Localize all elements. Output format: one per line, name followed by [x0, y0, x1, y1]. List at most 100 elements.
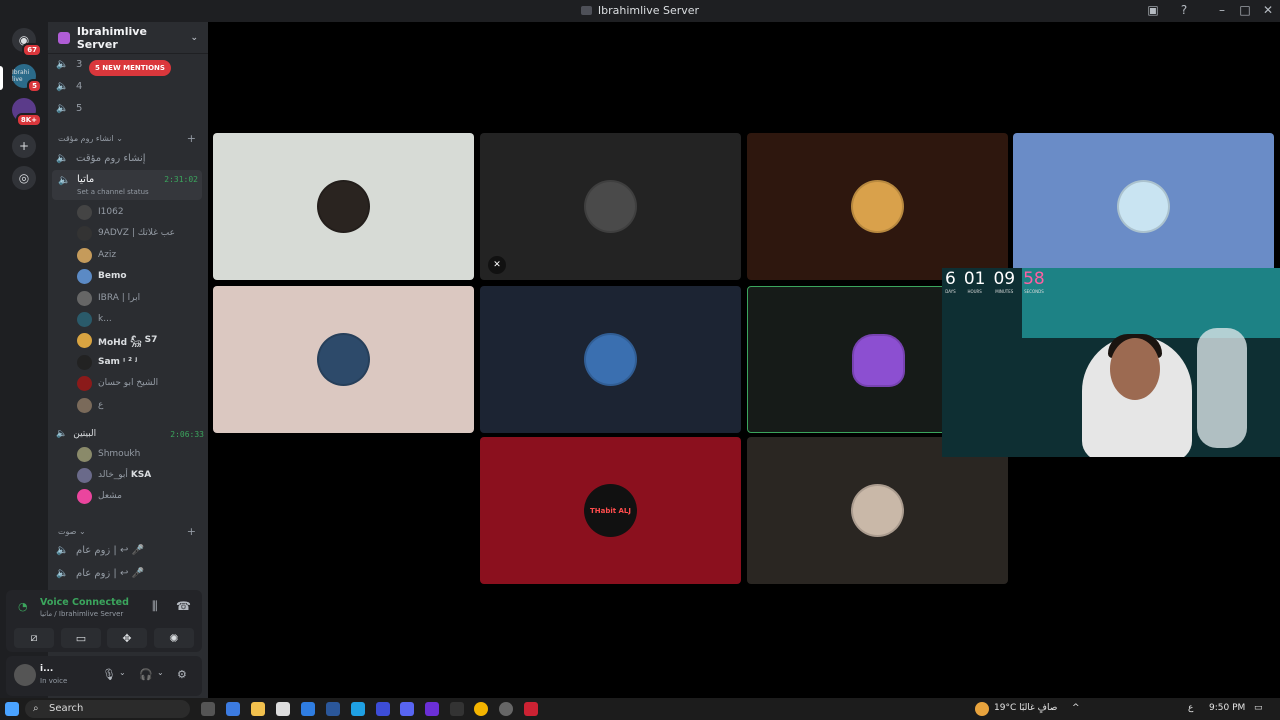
category-header[interactable]: انشاء روم مؤقت ⌄ [58, 134, 123, 143]
copilot-icon[interactable] [226, 702, 240, 716]
tray-chevron-icon[interactable]: ^ [1072, 703, 1080, 713]
voice-channel-4[interactable]: 🔈 4 [56, 76, 82, 96]
notepad-icon[interactable] [276, 702, 290, 716]
task-view-icon[interactable] [201, 702, 215, 716]
inbox-icon[interactable]: ▣ [1145, 3, 1161, 17]
voice-member[interactable]: MoHd 𓃵 S7 [77, 331, 157, 349]
file-explorer-icon[interactable] [251, 702, 265, 716]
speaker-icon: 🔈 [56, 152, 69, 164]
avatar [77, 375, 92, 391]
add-server-button[interactable]: + [12, 134, 36, 158]
chevron-down-icon[interactable]: ⌄ [157, 668, 164, 677]
activities-button[interactable]: ✥ [107, 628, 147, 648]
voice-channel-5[interactable]: 🔈 5 [56, 98, 82, 118]
weather-text[interactable]: 19°C صافٍ غالبًا [994, 703, 1057, 713]
participant-tile[interactable] [1013, 133, 1274, 280]
voice-member[interactable]: Aziz [77, 246, 116, 264]
disconnect-icon[interactable]: ☎ [176, 599, 191, 613]
server-folder[interactable]: 8K+ [12, 98, 42, 127]
voice-channel-create-temp[interactable]: 🔈 إنشاء روم مؤقت [56, 148, 146, 168]
close-button[interactable]: ✕ [1260, 3, 1276, 17]
server-header[interactable]: Ibrahimlive Server ⌄ [48, 22, 208, 54]
app-icon[interactable] [326, 702, 340, 716]
voice-member[interactable]: مشعل [77, 487, 122, 505]
compass-icon: ◎ [18, 171, 30, 185]
signal-icon: ◔ [18, 600, 28, 613]
app-icon[interactable] [450, 702, 464, 716]
app-icon[interactable] [425, 702, 439, 716]
gear-icon[interactable]: ⚙ [177, 668, 187, 681]
voice-member[interactable]: Bemo [77, 267, 127, 285]
voice-channel-second[interactable]: 🔈 البيتين 2:06:33 [56, 424, 204, 444]
notifications-icon[interactable]: ▭ [1254, 703, 1263, 713]
create-channel-icon[interactable]: + [187, 132, 196, 145]
minimize-button[interactable]: – [1214, 3, 1230, 17]
noise-suppression-icon[interactable]: ⫼ [152, 599, 158, 614]
participant-tile[interactable] [213, 133, 474, 280]
weather-icon[interactable] [975, 702, 989, 716]
chevron-down-icon[interactable]: ⌄ [119, 668, 126, 677]
speaker-icon: 🔈 [56, 102, 69, 114]
create-channel-icon[interactable]: + [187, 525, 196, 538]
voice-member[interactable]: I1062 [77, 203, 124, 221]
avatar [77, 446, 92, 462]
voice-channel[interactable]: 🔈 زوم عام | ↩ 🎤 [56, 563, 144, 583]
call-timer: 2:06:33 [170, 429, 204, 439]
set-channel-status[interactable]: Set a channel status [77, 188, 149, 196]
store-icon[interactable] [301, 702, 315, 716]
server-ibrahimlive[interactable]: Ibrahi live 5 [12, 64, 42, 93]
voice-member[interactable]: أبو_خالد KSA [77, 466, 151, 484]
active-voice-channel[interactable]: 🔈 ماتيا Set a channel status 2:31:02 [52, 170, 202, 200]
voice-member[interactable]: ع [77, 396, 103, 414]
participant-tile[interactable] [480, 286, 741, 433]
voice-connected-subtitle[interactable]: ماتيا / Ibrahimlive Server [40, 610, 123, 618]
voice-channel[interactable]: 🔈 زوم عام | ↩ 🎤 [56, 540, 144, 560]
microphone-icon[interactable]: 🎙 [102, 668, 116, 681]
chrome-icon[interactable] [474, 702, 488, 716]
username: i... [40, 664, 54, 674]
windows-start-icon[interactable] [5, 702, 19, 716]
soundboard-button[interactable]: ✺ [154, 628, 194, 648]
speaker-icon: 🔈 [56, 567, 69, 579]
participant-tile[interactable]: ✕ [480, 133, 741, 280]
help-icon[interactable]: ? [1176, 3, 1192, 17]
screen-share-button[interactable]: ▭ [61, 628, 101, 648]
voice-member[interactable]: IBRA | ابرا [77, 289, 140, 307]
participant-tile[interactable] [747, 437, 1008, 584]
voice-connected-label[interactable]: Voice Connected [40, 597, 129, 608]
voice-member[interactable]: Sam ᵎ ² ʲ [77, 353, 137, 371]
input-language[interactable]: ع [1188, 703, 1193, 713]
edge-icon[interactable] [351, 702, 365, 716]
participant-tile[interactable] [747, 133, 1008, 280]
title-bar: Ibrahimlive Server ▣ ? – □ ✕ [0, 0, 1280, 22]
new-mentions-pill[interactable]: 5 NEW MENTIONS [89, 60, 171, 76]
speaker-icon: 🔈 [56, 429, 68, 439]
voice-member[interactable]: 9ADVZ | غلاتك عب [77, 224, 175, 242]
speaker-icon: 🔈 [58, 175, 71, 186]
user-panel: i... In voice 🎙 ⌄ 🎧 ⌄ ⚙ [6, 656, 202, 696]
avatar [584, 333, 637, 386]
led-light [1022, 268, 1280, 338]
participant-tile[interactable] [213, 286, 474, 433]
discord-icon[interactable] [400, 702, 414, 716]
app-icon[interactable] [524, 702, 538, 716]
discover-button[interactable]: ◎ [12, 166, 36, 190]
camera-button[interactable]: ⧄ [14, 628, 54, 648]
voice-channel-3[interactable]: 🔈 3 [56, 54, 82, 74]
avatar[interactable] [14, 664, 36, 686]
avatar [77, 247, 92, 263]
maximize-button[interactable]: □ [1237, 3, 1253, 17]
category-header[interactable]: صوت ⌄ [58, 527, 86, 536]
server-badge: 8K+ [15, 113, 42, 127]
app-icon[interactable] [499, 702, 513, 716]
participant-tile[interactable]: THabit ALJ [480, 437, 741, 584]
app-icon[interactable] [376, 702, 390, 716]
discord-home-button[interactable]: ◉ 67 [12, 28, 42, 57]
clock[interactable]: 9:50 PM [1209, 703, 1245, 713]
user-status: In voice [40, 677, 68, 685]
voice-member[interactable]: k... [77, 310, 112, 328]
voice-member[interactable]: الشيخ ابو حسان [77, 374, 158, 392]
headphones-icon[interactable]: 🎧 [139, 668, 153, 681]
voice-member[interactable]: Shmoukh [77, 445, 140, 463]
taskbar-search[interactable]: ⌕ Search [25, 700, 190, 718]
